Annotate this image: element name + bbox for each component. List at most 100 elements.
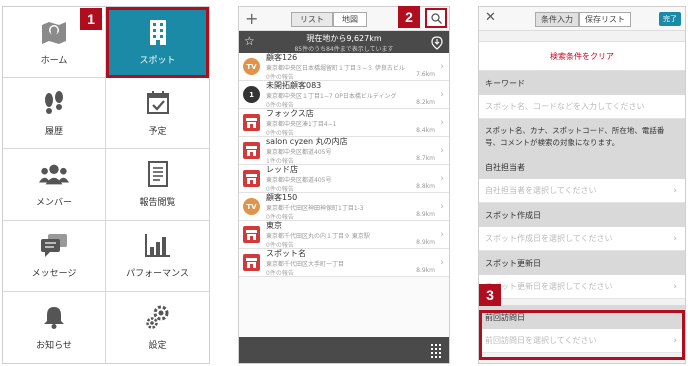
distance-label: 8.9km [416, 211, 435, 218]
search-button[interactable] [425, 8, 447, 28]
chevron-right-icon: › [440, 258, 444, 268]
menu-grid: ホーム スポット 履歴 予定 メンバー 報告閲覧 メッセージ パフォーマンス お… [3, 7, 209, 363]
keyword-section-label: キーワード [479, 71, 685, 95]
menu-item-label: 報告閲覧 [139, 197, 176, 208]
menu-item-performance[interactable]: パフォーマンス [106, 221, 209, 292]
chevron-right-icon: › [673, 233, 677, 244]
distance-label: 8.4km [416, 127, 435, 134]
spot-name: スポット名 [266, 249, 306, 258]
chevron-right-icon: › [440, 230, 444, 240]
location-header: ☆ 現在地から9,627km 85件のうち84件まで表示しています [239, 31, 449, 53]
list-item[interactable]: 東京 東京都千代田区丸の内１丁目９ 東京駅 0件の報告 8.9km › [239, 221, 449, 249]
bar-chart-icon [143, 232, 173, 258]
owner-placeholder: 自社担当者を選択してください [485, 186, 597, 195]
menu-item-messages[interactable]: メッセージ [3, 220, 106, 292]
spot-list: TV 顧客126 東京都中央区日本橋堀留町１丁目３−３ 伊良古ビル 0件の報告 7.6k… [239, 53, 449, 277]
people-icon [39, 161, 69, 187]
chevron-right-icon: › [440, 174, 444, 184]
menu-item-label: お知らせ [36, 340, 72, 351]
search-tabs: 条件入力 保存リスト [535, 12, 631, 27]
building-icon [143, 19, 173, 45]
customer-icon: 1 [243, 86, 260, 103]
menu-item-schedule[interactable]: 予定 [106, 78, 209, 150]
menu-item-label: 履歴 [44, 126, 63, 137]
created-placeholder: スポット作成日を選択してください [485, 234, 613, 243]
menu-item-label: 設定 [148, 340, 167, 351]
chat-icon [39, 232, 69, 258]
chevron-right-icon: › [673, 335, 677, 346]
list-item[interactable]: 1 未開拓顧客083 東京都中央区１丁目1−7 OP日本橋ビルディング 0件の報告 8.… [239, 81, 449, 109]
lastvisit-section-label: 前回訪問日 [479, 305, 685, 329]
list-item[interactable]: TV 顧客126 東京都中央区日本橋堀留町１丁目３−３ 伊良古ビル 0件の報告 7.6k… [239, 53, 449, 81]
list-item[interactable]: レッド店 東京都中央区都道405号 0件の報告 8.8km › [239, 165, 449, 193]
distance-label: 8.7km [416, 155, 435, 162]
created-date-select[interactable]: スポット作成日を選択してください › [479, 227, 685, 251]
search-toolbar: ✕ 条件入力 保存リスト 完了 [479, 7, 685, 31]
menu-item-label: 予定 [148, 126, 167, 137]
menu-item-label: メンバー [35, 197, 72, 208]
distance-label: 8.2km [416, 99, 435, 106]
owner-select[interactable]: 自社担当者を選択してください › [479, 179, 685, 203]
map-pin-icon [39, 19, 69, 45]
keyword-description: スポット名、カナ、スポットコード、所在地、電話番号、コメントが検索の対象になりま… [479, 119, 685, 155]
shop-icon [243, 114, 260, 131]
shop-icon [243, 254, 260, 271]
list-item[interactable]: フォックス店 東京都中央区湊1丁目4−1 0件の報告 8.4km › [239, 109, 449, 137]
list-bottom-bar [239, 337, 449, 363]
tab-map[interactable]: 地図 [333, 12, 367, 27]
distance-label: 7.6km [416, 71, 435, 78]
calendar-icon [143, 90, 173, 116]
keyword-input[interactable]: スポット名、コードなどを入力してください [479, 95, 685, 119]
menu-item-label: メッセージ [31, 269, 77, 280]
grid-icon[interactable] [431, 343, 441, 362]
menu-item-settings[interactable]: 設定 [106, 292, 209, 363]
list-item[interactable]: スポット名 東京都千代田区大手町一丁目 0件の報告 8.9km › [239, 249, 449, 277]
search-conditions-panel: ✕ 条件入力 保存リスト 完了 検索条件をクリア キーワード スポット名、コード… [478, 6, 686, 364]
bell-icon [39, 304, 69, 330]
menu-item-history[interactable]: 履歴 [3, 78, 106, 150]
distance-summary: 現在地から9,627km [306, 34, 382, 43]
chevron-right-icon: › [440, 146, 444, 156]
chevron-right-icon: › [440, 118, 444, 128]
distance-label: 8.9km [416, 267, 435, 274]
tab-conditions[interactable]: 条件入力 [535, 12, 579, 27]
spot-name: レッド店 [266, 165, 298, 174]
icon-label: TV [246, 62, 257, 71]
chevron-right-icon: › [440, 202, 444, 212]
icon-label: 1 [249, 90, 254, 99]
done-button[interactable]: 完了 [659, 12, 681, 26]
star-icon[interactable]: ☆ [244, 34, 255, 48]
lastvisit-date-select[interactable]: 前回訪問日を選択してください › [479, 329, 685, 353]
view-toggle: リスト 地図 [291, 12, 367, 27]
list-item[interactable]: salon cyzen 丸の内店 東京都中央区都道405号 1件の報告 8.7km › [239, 137, 449, 165]
close-icon[interactable]: ✕ [485, 10, 496, 25]
spot-name: フォックス店 [266, 109, 314, 118]
menu-item-label: パフォーマンス [126, 269, 189, 280]
tab-list[interactable]: リスト [291, 12, 333, 27]
customer-icon: TV [243, 58, 260, 75]
lastvisit-placeholder: 前回訪問日を選択してください [485, 336, 597, 345]
customer-icon: TV [243, 198, 260, 215]
updated-date-select[interactable]: スポット更新日を選択してください › [479, 275, 685, 299]
home-menu-panel: ホーム スポット 履歴 予定 メンバー 報告閲覧 メッセージ パフォーマンス お… [2, 6, 210, 364]
menu-item-members[interactable]: メンバー [3, 149, 106, 221]
spot-name: 未開拓顧客083 [266, 81, 322, 90]
shop-icon [243, 142, 260, 159]
spot-name: salon cyzen 丸の内店 [266, 137, 348, 146]
gear-icon [143, 304, 173, 330]
list-item[interactable]: TV 顧客150 東京都千代田区神田神保町1丁目1-3 0件の報告 8.9km › [239, 193, 449, 221]
step-badge-2: 2 [398, 6, 420, 28]
menu-item-reports[interactable]: 報告閲覧 [106, 149, 209, 221]
owner-section-label: 自社担当者 [479, 155, 685, 179]
distance-label: 8.8km [416, 183, 435, 190]
step-badge-1: 1 [80, 8, 102, 30]
menu-item-spot[interactable]: スポット [106, 7, 209, 79]
document-icon [143, 160, 173, 187]
created-section-label: スポット作成日 [479, 203, 685, 227]
clear-conditions-button[interactable]: 検索条件をクリア [479, 41, 685, 71]
shop-icon [243, 226, 260, 243]
add-spot-button[interactable]: + [245, 9, 258, 28]
tab-saved-list[interactable]: 保存リスト [579, 12, 631, 27]
spot-name: 顧客126 [266, 53, 298, 62]
menu-item-notices[interactable]: お知らせ [3, 291, 106, 363]
